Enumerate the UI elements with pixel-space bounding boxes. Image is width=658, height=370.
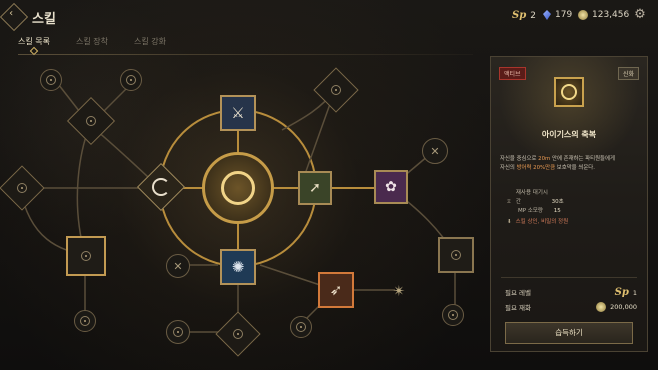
lock-icon [46, 75, 56, 85]
sp-value: 2 [530, 10, 536, 21]
gold-currency: 123,456 [578, 10, 629, 20]
skill-name: 아이기스의 축복 [541, 130, 597, 139]
skill-node-bow[interactable]: ➶ [318, 272, 354, 308]
divider [501, 277, 637, 278]
skill-node-locked[interactable] [442, 304, 464, 326]
skill-node-locked[interactable] [40, 69, 62, 91]
skill-node-locked[interactable] [438, 237, 474, 273]
skill-node-aegis-selected[interactable] [202, 152, 274, 224]
skill-node-spear-throw[interactable]: ➚ [298, 171, 332, 205]
lock-icon [448, 310, 458, 320]
acquire-button[interactable]: 습득하기 [505, 322, 633, 344]
skill-node-locked[interactable] [120, 69, 142, 91]
sp-currency: Sp 2 [512, 10, 536, 21]
lock-icon [233, 329, 243, 339]
shield-wheel-icon [221, 171, 255, 205]
gear-icon[interactable]: ⚙ [632, 7, 648, 23]
skill-node-locked[interactable] [74, 310, 96, 332]
gem-value: 179 [555, 10, 573, 20]
skill-source-link[interactable]: ⬇ 스킬 상인, 비밀의 정원 [507, 217, 568, 225]
req-gold-label: 필요 재화 [505, 304, 531, 312]
lock-icon [86, 116, 96, 126]
lock-icon [81, 251, 91, 261]
req-level-value: Sp 1 [614, 287, 637, 298]
skill-description: 자신을 중심으로 20m 안에 존재하는 파티원들에게 자신의 방어력 20%만… [500, 156, 615, 171]
skill-node-arcane[interactable]: ✿ [374, 170, 408, 204]
gold-coin-icon [578, 10, 588, 20]
sp-icon: Sp [614, 287, 629, 298]
skill-stats: ⧖재사용 대기시간 30초 MP 소모량 15 [507, 189, 564, 216]
skill-node-burst[interactable]: ✴ [386, 278, 412, 304]
mp-cost-row: MP 소모량 15 [518, 208, 561, 214]
arcane-sigil-icon: ✿ [385, 179, 397, 195]
crossed-swords-icon: ✕ [173, 259, 183, 273]
frost-emblem-icon: ✺ [231, 258, 245, 276]
shield-wheel-icon [554, 77, 584, 107]
hourglass-icon: ⧖ [507, 199, 511, 205]
skill-node-crossed-swords[interactable]: ✕ [422, 138, 448, 164]
skill-node-locked[interactable] [166, 320, 190, 344]
lock-icon [296, 322, 306, 332]
blue-gem-icon [543, 10, 551, 20]
skill-node-crossed-swords[interactable]: ✕ [166, 254, 190, 278]
sp-icon: Sp [512, 10, 527, 21]
skill-type-badge: 액티브 [499, 67, 526, 80]
download-icon: ⬇ [507, 219, 512, 225]
burst-icon: ✴ [392, 282, 406, 300]
bow-icon: ➶ [329, 281, 343, 299]
rarity-badge: 신화 [617, 67, 639, 80]
gold-value: 123,456 [592, 10, 630, 20]
spear-icon: ➚ [309, 180, 321, 196]
lock-icon [17, 183, 27, 193]
lock-icon [80, 316, 90, 326]
req-level-label: 필요 레벨 [505, 289, 531, 297]
twin-blades-icon: ⚔ [231, 104, 245, 122]
gold-coin-icon [596, 302, 607, 312]
skill-node-frost[interactable]: ✺ [220, 249, 256, 285]
lock-icon [451, 250, 461, 260]
lock-icon [126, 75, 136, 85]
skill-node-locked[interactable] [66, 236, 106, 276]
crossed-swords-icon: ✕ [430, 144, 440, 158]
skill-node-twin-blades[interactable]: ⚔ [220, 95, 256, 131]
gem-currency: 179 [543, 10, 572, 20]
whirlwind-icon [152, 178, 170, 196]
cooldown-row: ⧖재사용 대기시간 30초 [507, 190, 564, 205]
lock-icon [173, 327, 183, 337]
req-gold-value: 200,000 [596, 302, 637, 312]
lock-icon [331, 85, 341, 95]
skill-node-locked[interactable] [290, 316, 312, 338]
skill-detail-panel: 액티브 신화 아이기스의 축복 자신을 중심으로 20m 안에 존재하는 파티원… [490, 56, 648, 352]
